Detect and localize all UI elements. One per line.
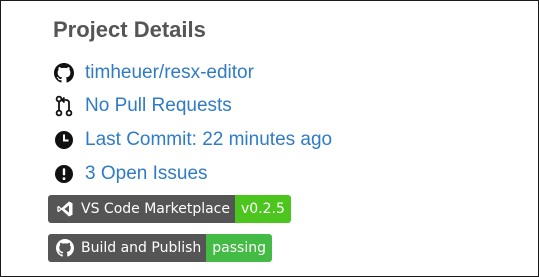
badge-label-section: VS Code Marketplace [48,195,235,223]
project-details-panel: Project Details timheuer/resx-editor No … [0,0,539,277]
vscode-icon [55,199,75,219]
issue-icon [53,163,75,185]
pull-requests-row[interactable]: No Pull Requests [53,93,232,119]
section-title: Project Details [53,17,206,42]
clock-icon [53,129,75,151]
badge-label-section: Build and Publish [48,234,207,262]
pull-request-icon [53,95,75,117]
badge-value: passing [206,234,272,262]
build-status-badge[interactable]: Build and Publish passing [48,234,272,262]
marketplace-version-badge[interactable]: VS Code Marketplace v0.2.5 [48,195,291,223]
badge-value: v0.2.5 [235,195,291,223]
repo-link-row[interactable]: timheuer/resx-editor [53,60,254,86]
last-commit-row[interactable]: Last Commit: 22 minutes ago [53,127,332,153]
open-issues-link[interactable]: 3 Open Issues [85,161,208,187]
repo-link[interactable]: timheuer/resx-editor [85,60,254,86]
badge-label: Build and Publish [81,240,202,256]
github-icon [55,238,75,258]
badge-label: VS Code Marketplace [81,201,230,217]
github-icon [53,62,75,84]
pull-requests-link[interactable]: No Pull Requests [85,93,232,119]
open-issues-row[interactable]: 3 Open Issues [53,161,208,187]
last-commit-link[interactable]: Last Commit: 22 minutes ago [85,127,332,153]
